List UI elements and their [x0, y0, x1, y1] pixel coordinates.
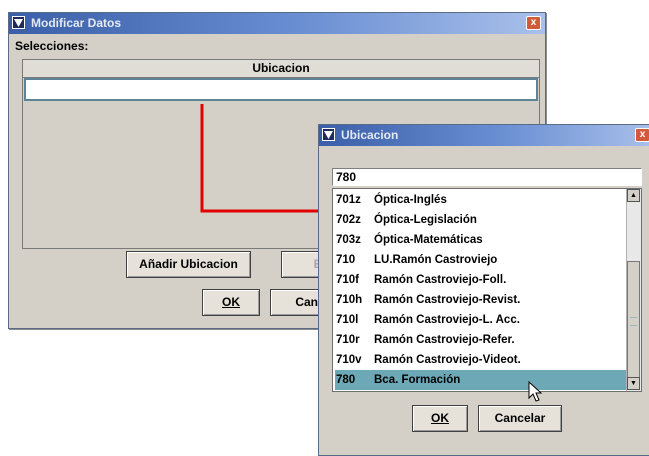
popup-cancel-label: Cancelar: [494, 411, 546, 425]
list-item[interactable]: 710v Ramón Castroviejo-Videot.: [335, 350, 628, 370]
list-item[interactable]: 710f Ramón Castroviejo-Foll.: [335, 270, 628, 290]
ubicacion-list[interactable]: 701z Óptica-Inglés 702z Óptica-Legislación…: [332, 188, 642, 392]
popup-ok-label: OK: [431, 411, 449, 425]
popup-cancel-button[interactable]: Cancelar: [478, 405, 562, 432]
list-item[interactable]: 702z Óptica-Legislación: [335, 210, 628, 230]
grip-icon: [630, 317, 637, 326]
close-icon[interactable]: x: [635, 128, 649, 142]
list-item[interactable]: 710r Ramón Castroviejo-Refer.: [335, 330, 628, 350]
mouse-pointer-icon: [528, 381, 543, 402]
popup-title-bar[interactable]: Ubicacion x: [319, 125, 649, 146]
app-logo-icon: [322, 128, 335, 141]
list-item[interactable]: 710 LU.Ramón Castroviejo: [335, 250, 628, 270]
list-item[interactable]: 701z Óptica-Inglés: [335, 190, 628, 210]
popup-ok-button[interactable]: OK: [412, 405, 468, 432]
list-item-selected[interactable]: 780 Bca. Formación: [335, 370, 628, 390]
scrollbar-thumb[interactable]: [627, 261, 640, 379]
list-scrollbar[interactable]: ▲ ▼: [626, 189, 641, 391]
popup-window-title: Ubicacion: [341, 128, 399, 142]
list-item[interactable]: 710l Ramón Castroviejo-L. Acc.: [335, 310, 628, 330]
list-item[interactable]: 710h Ramón Castroviejo-Revist.: [335, 290, 628, 310]
list-item[interactable]: 703z Óptica-Matemáticas: [335, 230, 628, 250]
arrow-up-icon[interactable]: ▲: [627, 189, 640, 202]
search-input[interactable]: 780: [332, 168, 642, 186]
ubicacion-dialog: Ubicacion x 780 701z Óptica-Inglés 702z Óp…: [318, 124, 649, 456]
arrow-down-icon[interactable]: ▼: [627, 377, 640, 390]
